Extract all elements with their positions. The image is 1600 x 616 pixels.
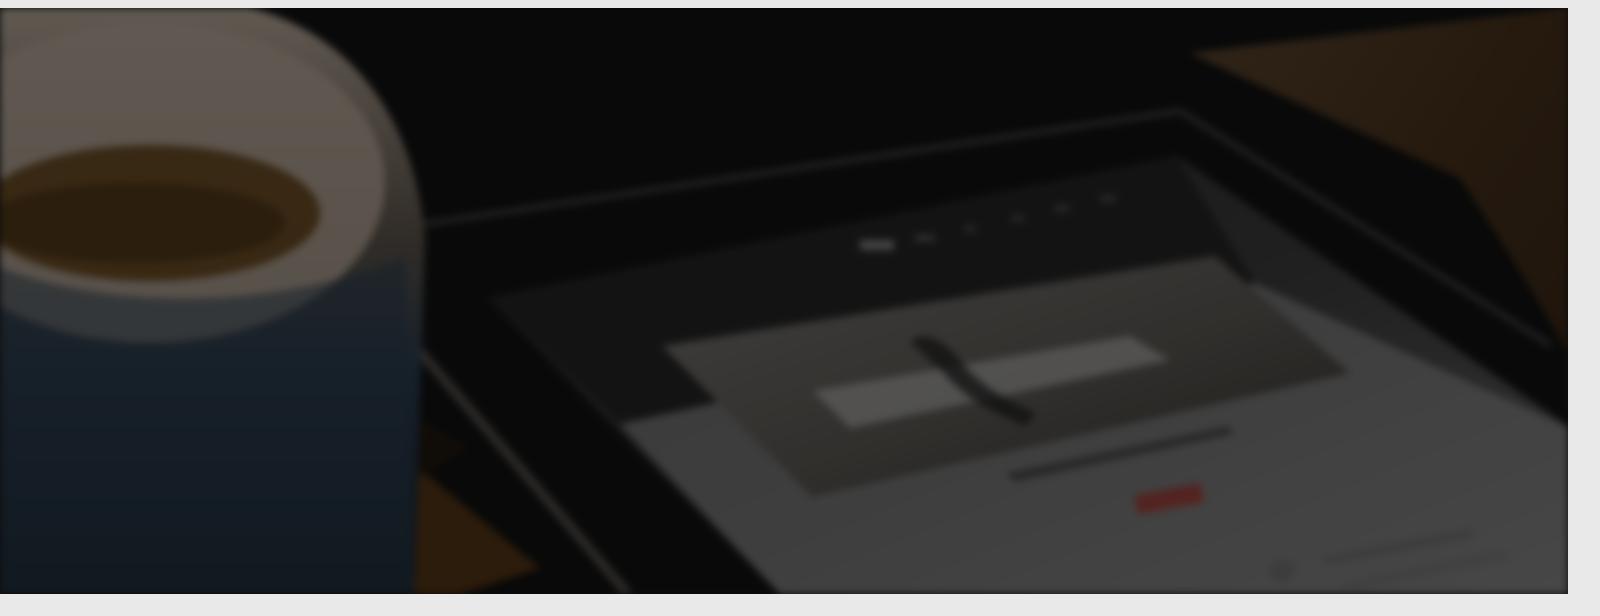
screen-nav-active (860, 240, 894, 250)
screen-nav-item (1100, 196, 1116, 201)
screen-nav-item (915, 235, 935, 241)
coffee-cup-glaze (0, 258, 414, 594)
screen-nav-item (1055, 206, 1069, 211)
hero-photo (0, 8, 1568, 594)
screen-nav-item (1012, 216, 1024, 221)
screen-nav-item (965, 226, 975, 231)
hero-image-frame (0, 8, 1568, 594)
